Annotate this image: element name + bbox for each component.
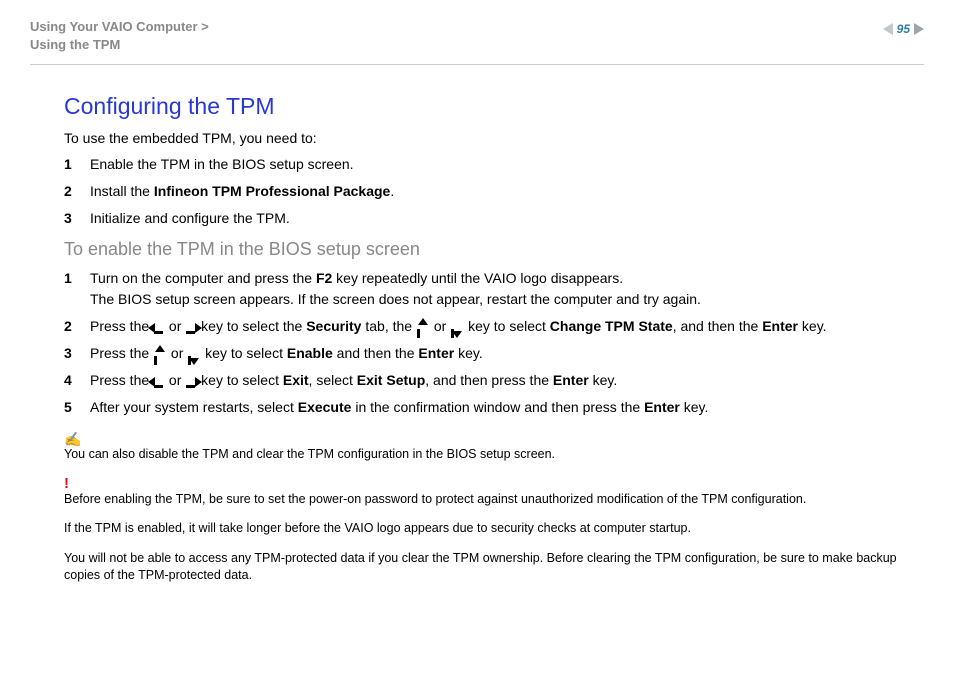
list-item: 1 Enable the TPM in the BIOS setup scree… [64,154,914,175]
arrow-up-icon [417,323,429,333]
arrow-left-icon [154,322,164,334]
pager: 95 [883,18,924,36]
list-item: 4 Press the or key to select Exit, selec… [64,370,914,391]
item-number: 3 [64,343,90,364]
item-number: 3 [64,208,90,229]
item-number: 2 [64,316,90,337]
arrow-left-icon [154,376,164,388]
item-number: 2 [64,181,90,202]
prev-page-icon[interactable] [883,23,893,35]
overview-list: 1 Enable the TPM in the BIOS setup scree… [64,154,914,229]
page-number: 95 [897,22,910,36]
arrow-down-icon [451,323,463,333]
item-text: Press the or key to select Exit, select … [90,370,617,391]
steps-list: 1 Turn on the computer and press the F2 … [64,268,914,418]
arrow-down-icon [188,350,200,360]
header-divider [30,64,924,65]
note-text: You will not be able to access any TPM-p… [64,550,914,585]
arrow-up-icon [154,350,166,360]
list-item: 3 Press the or key to select Enable and … [64,343,914,364]
list-item: 3 Initialize and configure the TPM. [64,208,914,229]
arrow-right-icon [186,376,196,388]
notes-section: ✍ You can also disable the TPM and clear… [64,432,914,585]
arrow-right-icon [186,322,196,334]
section-subheading: To enable the TPM in the BIOS setup scre… [64,239,914,260]
page-header: Using Your VAIO Computer > Using the TPM… [30,18,924,54]
intro-text: To use the embedded TPM, you need to: [64,130,914,146]
item-text: Initialize and configure the TPM. [90,208,290,229]
item-number: 1 [64,154,90,175]
note-text: You can also disable the TPM and clear t… [64,446,914,464]
item-text: Press the or key to select Enable and th… [90,343,483,364]
list-item: 1 Turn on the computer and press the F2 … [64,268,914,310]
breadcrumb-line2: Using the TPM [30,37,120,52]
warning-icon: ! [64,476,914,491]
next-page-icon[interactable] [914,23,924,35]
note-text: If the TPM is enabled, it will take long… [64,520,914,538]
list-item: 2 Install the Infineon TPM Professional … [64,181,914,202]
item-text: After your system restarts, select Execu… [90,397,708,418]
note-text: Before enabling the TPM, be sure to set … [64,491,914,509]
item-number: 4 [64,370,90,391]
note-icon: ✍ [64,432,914,446]
list-item: 2 Press the or key to select the Securit… [64,316,914,337]
content-area: Configuring the TPM To use the embedded … [30,93,924,585]
item-text: Press the or key to select the Security … [90,316,827,337]
item-number: 1 [64,268,90,310]
breadcrumb: Using Your VAIO Computer > Using the TPM [30,18,209,54]
item-text: Enable the TPM in the BIOS setup screen. [90,154,354,175]
page-title: Configuring the TPM [64,93,914,120]
item-text: Turn on the computer and press the F2 ke… [90,268,701,310]
item-number: 5 [64,397,90,418]
list-item: 5 After your system restarts, select Exe… [64,397,914,418]
breadcrumb-line1: Using Your VAIO Computer > [30,19,209,34]
item-text: Install the Infineon TPM Professional Pa… [90,181,394,202]
